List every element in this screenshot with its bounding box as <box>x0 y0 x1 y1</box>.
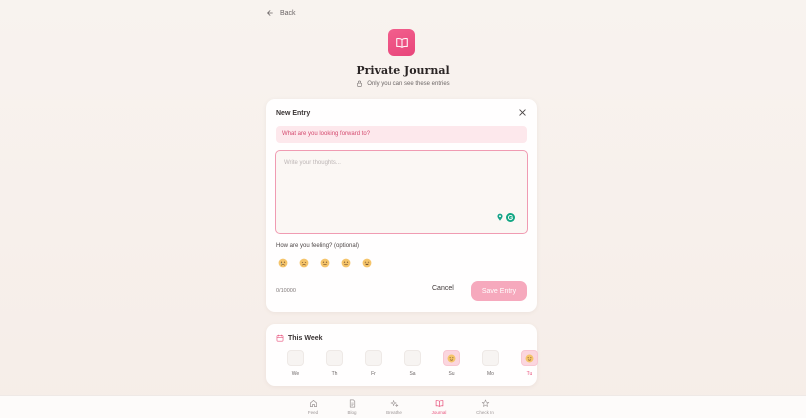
day-su[interactable]: Su <box>432 350 471 377</box>
day-box <box>287 350 304 366</box>
nav-label: Breathe <box>386 410 402 415</box>
star-icon <box>481 399 489 407</box>
book-open-icon <box>395 37 408 48</box>
new-entry-card: New Entry What are you looking forward t… <box>266 99 537 312</box>
mood-very-sad-icon[interactable] <box>278 258 288 268</box>
day-th[interactable]: Th <box>315 350 354 377</box>
back-button[interactable]: Back <box>266 9 296 17</box>
nav-label: Blog <box>347 410 357 415</box>
back-label: Back <box>280 9 296 17</box>
cancel-button[interactable]: Cancel <box>432 285 454 292</box>
day-box <box>404 350 421 366</box>
day-label: Th <box>331 371 338 377</box>
nav-item-breathe[interactable]: Breathe <box>374 399 414 415</box>
entry-heading: New Entry <box>276 110 311 117</box>
save-entry-button[interactable]: Save Entry <box>471 281 527 301</box>
feeling-label: How are you feeling? (optional) <box>276 243 360 249</box>
day-box <box>326 350 343 366</box>
day-box <box>365 350 382 366</box>
week-days: We Th Fr Sa Su Mo Tu <box>276 350 549 377</box>
day-mo[interactable]: Mo <box>471 350 510 377</box>
day-sa[interactable]: Sa <box>393 350 432 377</box>
day-label: Fr <box>371 371 376 377</box>
nav-label: Feed <box>307 410 319 415</box>
close-icon[interactable] <box>518 108 527 117</box>
week-header: This Week <box>276 334 323 342</box>
lock-icon <box>357 80 363 87</box>
nav-item-feed[interactable]: Feed <box>293 399 333 415</box>
mood-happy-icon[interactable] <box>341 258 351 268</box>
book-icon <box>435 400 443 407</box>
home-icon <box>309 399 317 408</box>
textarea-extensions <box>496 213 515 222</box>
page-title: Private Journal <box>356 64 450 77</box>
nav-label: Journal <box>431 410 447 415</box>
arrow-left-icon <box>267 10 273 16</box>
week-heading: This Week <box>288 334 323 342</box>
mood-happy-icon <box>525 354 534 362</box>
grammarly-icon[interactable] <box>506 213 515 222</box>
location-pin-icon[interactable] <box>496 213 504 221</box>
nav-item-check-in[interactable]: Check In <box>465 399 505 415</box>
mood-sad-icon[interactable] <box>299 258 309 268</box>
grammar-g-icon <box>508 214 514 221</box>
journal-logo <box>388 29 415 56</box>
nav-item-journal[interactable]: Journal <box>419 399 459 415</box>
day-label: Su <box>448 371 455 377</box>
day-label: Sa <box>409 371 416 377</box>
privacy-note: Only you can see these entries <box>0 80 806 87</box>
day-we[interactable]: We <box>276 350 315 377</box>
nav-item-blog[interactable]: Blog <box>332 399 372 415</box>
document-icon <box>349 399 355 408</box>
day-box-filled <box>521 350 538 366</box>
privacy-text: Only you can see these entries <box>367 80 450 87</box>
nav-label: Check In <box>476 410 494 415</box>
sparkle-icon <box>390 400 398 407</box>
mood-selector <box>278 258 372 268</box>
day-box-filled <box>443 350 460 366</box>
day-tu[interactable]: Tu <box>510 350 549 377</box>
day-fr[interactable]: Fr <box>354 350 393 377</box>
entry-textarea[interactable] <box>275 150 528 234</box>
day-box <box>482 350 499 366</box>
bottom-nav: Feed Blog Breathe Journal Check In <box>0 395 806 418</box>
mood-neutral-icon[interactable] <box>320 258 330 268</box>
day-label: Mo <box>487 371 494 377</box>
day-label-today: Tu <box>526 371 533 377</box>
mood-happy-icon <box>447 354 456 362</box>
this-week-card: This Week We Th Fr Sa Su Mo Tu <box>266 324 538 386</box>
journal-prompt: What are you looking forward to? <box>276 126 527 143</box>
mood-very-happy-icon[interactable] <box>362 258 372 268</box>
character-counter: 0/10000 <box>276 288 296 294</box>
calendar-icon <box>276 334 284 342</box>
day-label: We <box>291 371 300 377</box>
